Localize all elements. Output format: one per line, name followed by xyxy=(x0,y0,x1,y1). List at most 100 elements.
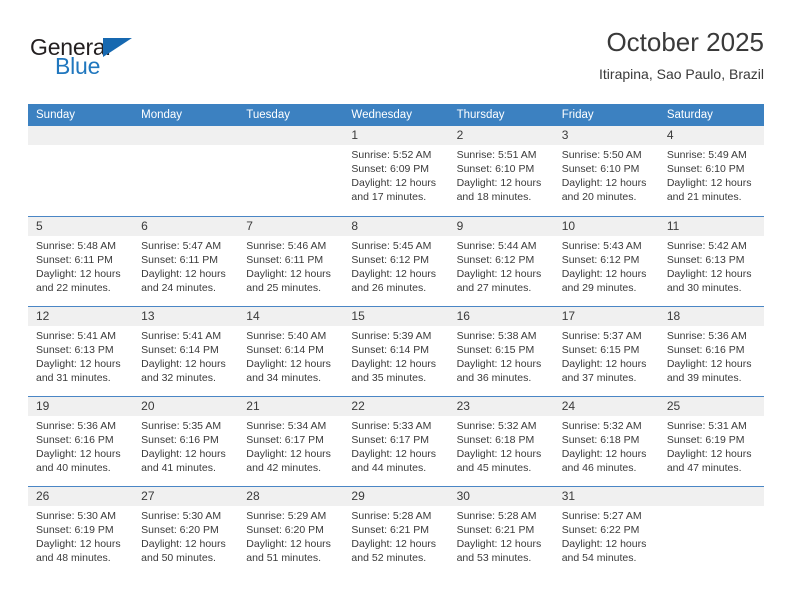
sunset-text: Sunset: 6:13 PM xyxy=(36,344,114,356)
daylight-text: Daylight: 12 hours xyxy=(456,177,542,189)
day-number[interactable]: 28 xyxy=(238,487,343,506)
day-cell[interactable]: Sunrise: 5:46 AM Sunset: 6:11 PM Daylight:… xyxy=(238,236,343,306)
day-cell[interactable]: Sunrise: 5:32 AM Sunset: 6:18 PM Daylight:… xyxy=(554,416,659,486)
day-number[interactable]: 18 xyxy=(659,307,764,326)
day-cell[interactable]: Sunrise: 5:33 AM Sunset: 6:17 PM Daylight:… xyxy=(343,416,448,486)
day-cell[interactable]: Sunrise: 5:30 AM Sunset: 6:19 PM Daylight:… xyxy=(28,506,133,576)
day-cell[interactable]: Sunrise: 5:41 AM Sunset: 6:13 PM Daylight:… xyxy=(28,326,133,396)
day-cell[interactable]: Sunrise: 5:37 AM Sunset: 6:15 PM Daylight:… xyxy=(554,326,659,396)
day-cell[interactable]: Sunrise: 5:52 AM Sunset: 6:09 PM Daylight:… xyxy=(343,145,448,215)
day-number[interactable]: 30 xyxy=(449,487,554,506)
day-number[interactable]: 1 xyxy=(343,126,448,145)
sunrise-text: Sunrise: 5:41 AM xyxy=(36,330,116,342)
day-number[interactable]: 20 xyxy=(133,397,238,416)
page-title: October 2025 xyxy=(606,27,764,57)
day-number[interactable]: 15 xyxy=(343,307,448,326)
day-cell[interactable]: Sunrise: 5:51 AM Sunset: 6:10 PM Daylight:… xyxy=(449,145,554,215)
sunrise-text: Sunrise: 5:29 AM xyxy=(246,510,327,522)
day-cell[interactable]: Sunrise: 5:40 AM Sunset: 6:14 PM Daylight:… xyxy=(238,326,343,396)
day-cell[interactable]: Sunrise: 5:30 AM Sunset: 6:20 PM Daylight:… xyxy=(133,506,238,576)
sunrise-text: Sunrise: 5:34 AM xyxy=(246,420,327,432)
daylight-text: and 30 minutes. xyxy=(666,282,742,294)
day-cell[interactable]: Sunrise: 5:38 AM Sunset: 6:15 PM Daylight:… xyxy=(449,326,554,396)
day-number[interactable]: 23 xyxy=(449,397,554,416)
day-number[interactable]: 26 xyxy=(28,487,133,506)
day-number[interactable]: 11 xyxy=(659,217,764,236)
day-cell[interactable]: Sunrise: 5:50 AM Sunset: 6:10 PM Daylight:… xyxy=(554,145,659,215)
day-number[interactable]: 21 xyxy=(238,397,343,416)
day-cell[interactable]: Sunrise: 5:45 AM Sunset: 6:12 PM Daylight:… xyxy=(343,236,448,306)
day-number[interactable]: 16 xyxy=(449,307,554,326)
day-cell[interactable]: Sunrise: 5:43 AM Sunset: 6:12 PM Daylight:… xyxy=(554,236,659,306)
day-cell[interactable]: Sunrise: 5:49 AM Sunset: 6:10 PM Daylight:… xyxy=(659,145,764,215)
day-cell[interactable]: Sunrise: 5:48 AM Sunset: 6:11 PM Daylight:… xyxy=(28,236,133,306)
daylight-text: and 29 minutes. xyxy=(561,282,637,294)
brand-logo[interactable]: General Blue xyxy=(28,34,208,90)
day-number[interactable]: 7 xyxy=(238,217,343,236)
daylight-text: Daylight: 12 hours xyxy=(141,538,226,550)
day-cell[interactable]: Sunrise: 5:29 AM Sunset: 6:20 PM Daylight:… xyxy=(238,506,343,576)
day-number[interactable]: 13 xyxy=(133,307,238,326)
day-cell[interactable]: Sunrise: 5:32 AM Sunset: 6:18 PM Daylight:… xyxy=(449,416,554,486)
daylight-text: Daylight: 12 hours xyxy=(456,538,542,550)
day-number[interactable]: 12 xyxy=(28,307,133,326)
sunrise-text: Sunrise: 5:52 AM xyxy=(351,149,432,161)
day-cell[interactable]: Sunrise: 5:39 AM Sunset: 6:14 PM Daylight:… xyxy=(343,326,448,396)
day-cell[interactable]: Sunrise: 5:34 AM Sunset: 6:17 PM Daylight:… xyxy=(238,416,343,486)
daylight-text: and 31 minutes. xyxy=(36,372,111,384)
day-number[interactable]: 27 xyxy=(133,487,238,506)
calendar-weeks: 1 2 3 4 Sunrise: 5:52 AM Sunset: 6:09 PM Dayli… xyxy=(28,126,764,576)
day-cell[interactable]: Sunrise: 5:31 AM Sunset: 6:19 PM Daylight:… xyxy=(659,416,764,486)
day-number[interactable]: 6 xyxy=(133,217,238,236)
daylight-text: Daylight: 12 hours xyxy=(561,358,647,370)
day-number[interactable]: 29 xyxy=(343,487,448,506)
daylight-text: Daylight: 12 hours xyxy=(351,177,437,189)
day-number[interactable]: 19 xyxy=(28,397,133,416)
day-number[interactable]: 9 xyxy=(449,217,554,236)
calendar-week-row: 26 27 28 29 30 31 Sunrise: 5:30 AM Sunset: 6:19… xyxy=(28,486,764,576)
day-cell[interactable]: Sunrise: 5:44 AM Sunset: 6:12 PM Daylight:… xyxy=(449,236,554,306)
day-cell[interactable]: Sunrise: 5:28 AM Sunset: 6:21 PM Daylight:… xyxy=(343,506,448,576)
day-cell[interactable]: Sunrise: 5:42 AM Sunset: 6:13 PM Daylight:… xyxy=(659,236,764,306)
sunrise-sunset-calendar: Sunday Monday Tuesday Wednesday Thursday Frid… xyxy=(28,104,764,576)
day-number[interactable]: 10 xyxy=(554,217,659,236)
calendar-week-row: 1 2 3 4 Sunrise: 5:52 AM Sunset: 6:09 PM Dayli… xyxy=(28,126,764,216)
day-number[interactable]: 2 xyxy=(449,126,554,145)
day-number[interactable]: 31 xyxy=(554,487,659,506)
day-cell[interactable]: Sunrise: 5:27 AM Sunset: 6:22 PM Daylight:… xyxy=(554,506,659,576)
sunset-text: Sunset: 6:13 PM xyxy=(666,254,745,266)
daylight-text: and 22 minutes. xyxy=(36,282,111,294)
day-number[interactable]: 14 xyxy=(238,307,343,326)
sunset-text: Sunset: 6:09 PM xyxy=(351,163,430,175)
day-number[interactable]: 17 xyxy=(554,307,659,326)
sunrise-text: Sunrise: 5:47 AM xyxy=(141,240,222,252)
day-number[interactable]: 25 xyxy=(659,397,764,416)
day-cell[interactable]: Sunrise: 5:35 AM Sunset: 6:16 PM Daylight:… xyxy=(133,416,238,486)
day-number[interactable]: 4 xyxy=(659,126,764,145)
page-subtitle-location: Itirapina, Sao Paulo, Brazil xyxy=(599,66,764,82)
daylight-text: and 40 minutes. xyxy=(36,462,111,474)
day-number-band: 1234 xyxy=(28,126,764,145)
sunset-text: Sunset: 6:20 PM xyxy=(141,524,219,536)
daylight-text: Daylight: 12 hours xyxy=(36,268,121,280)
daylight-text: Daylight: 12 hours xyxy=(561,268,647,280)
daylight-text: Daylight: 12 hours xyxy=(666,177,752,189)
sunrise-text: Sunrise: 5:39 AM xyxy=(351,330,432,342)
day-number[interactable]: 24 xyxy=(554,397,659,416)
daylight-text: and 52 minutes. xyxy=(351,552,427,564)
day-cell[interactable]: Sunrise: 5:36 AM Sunset: 6:16 PM Daylight:… xyxy=(28,416,133,486)
day-number[interactable]: 8 xyxy=(343,217,448,236)
sunrise-text: Sunrise: 5:49 AM xyxy=(666,149,747,161)
daylight-text: and 35 minutes. xyxy=(351,372,427,384)
day-cell[interactable]: Sunrise: 5:47 AM Sunset: 6:11 PM Daylight:… xyxy=(133,236,238,306)
sunset-text: Sunset: 6:14 PM xyxy=(141,344,219,356)
daylight-text: Daylight: 12 hours xyxy=(246,358,331,370)
day-cell[interactable]: Sunrise: 5:28 AM Sunset: 6:21 PM Daylight:… xyxy=(449,506,554,576)
day-number[interactable]: 5 xyxy=(28,217,133,236)
day-number[interactable]: 22 xyxy=(343,397,448,416)
day-cell[interactable]: Sunrise: 5:41 AM Sunset: 6:14 PM Daylight:… xyxy=(133,326,238,396)
day-cell[interactable]: Sunrise: 5:36 AM Sunset: 6:16 PM Daylight:… xyxy=(659,326,764,396)
daylight-text: and 53 minutes. xyxy=(456,552,532,564)
day-number[interactable]: 3 xyxy=(554,126,659,145)
weekday-header-monday: Monday xyxy=(141,109,183,121)
